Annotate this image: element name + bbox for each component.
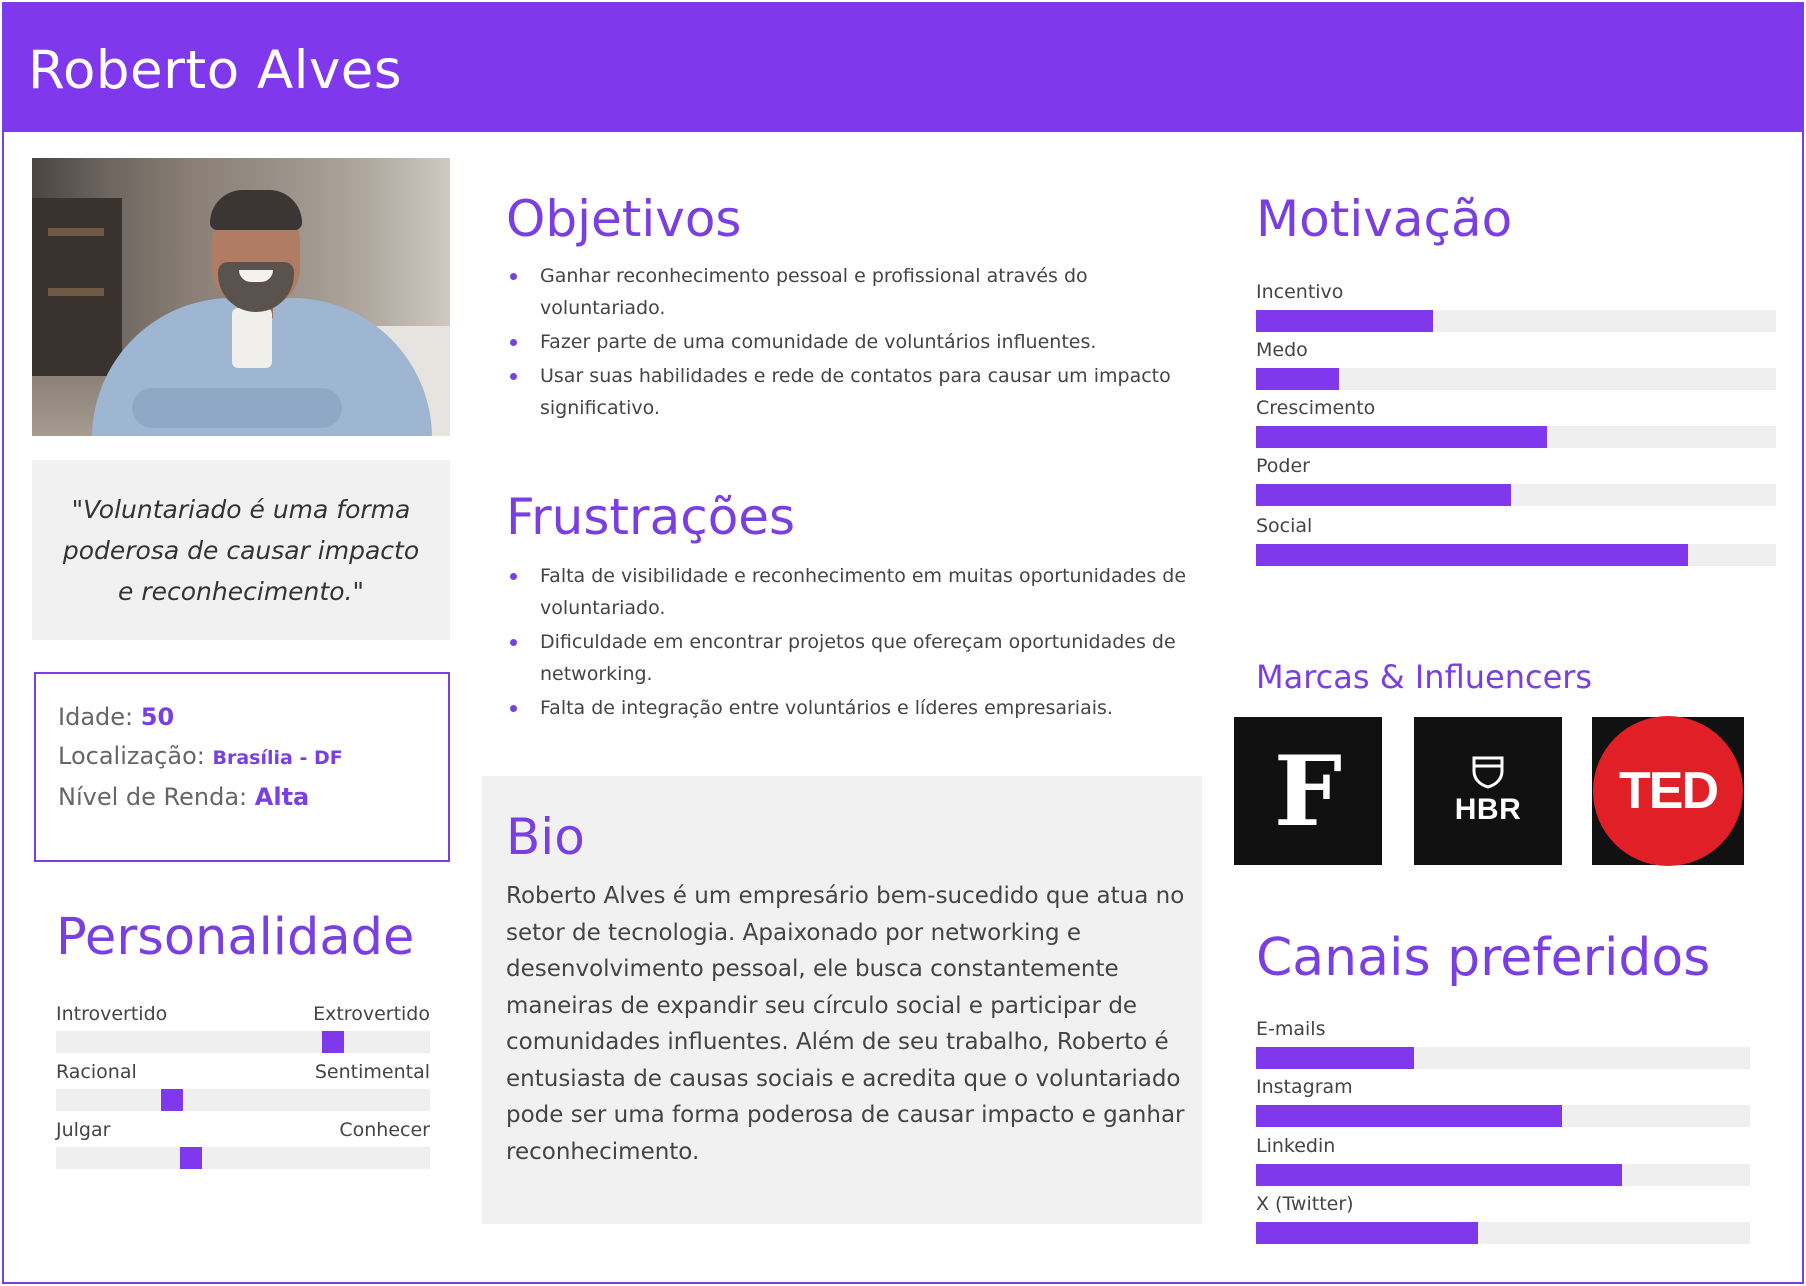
bar-fill [1256, 544, 1688, 566]
trait-scale [56, 1147, 430, 1169]
list-item: Falta de visibilidade e reconhecimento e… [510, 560, 1190, 624]
bio-panel: Bio Roberto Alves é um empresário bem-su… [482, 776, 1202, 1224]
trait-left-label: Julgar [56, 1119, 111, 1141]
bar-fill [1256, 1047, 1415, 1069]
bar-label: Linkedin [1256, 1135, 1336, 1157]
ted-logo-text: TED [1619, 762, 1719, 820]
list-item: Usar suas habilidades e rede de contatos… [510, 360, 1190, 424]
trait-right-label: Sentimental [314, 1061, 430, 1083]
demographics-box: Idade: 50 Localização: Brasília - DF Nív… [34, 672, 450, 862]
bar-label: Instagram [1256, 1076, 1353, 1098]
trait-right-label: Conhecer [339, 1119, 430, 1141]
bar-label: Medo [1256, 339, 1308, 361]
bar-fill [1256, 368, 1340, 390]
frustrations-list: Falta de visibilidade e reconhecimento e… [510, 560, 1190, 726]
bar-label: Poder [1256, 455, 1310, 477]
income-label: Nível de Renda: [58, 783, 248, 811]
bar-label: Social [1256, 515, 1313, 537]
list-item: Falta de integração entre voluntários e … [510, 692, 1190, 724]
persona-photo [32, 158, 450, 436]
motivation-bar: Incentivo [1256, 280, 1776, 332]
hbr-logo-text: HBR [1454, 793, 1522, 826]
personality-trait: Introvertido Extrovertido [56, 1003, 430, 1053]
bar-fill [1256, 1105, 1563, 1127]
channel-bar: Linkedin [1256, 1134, 1750, 1186]
motivation-bar: Social [1256, 514, 1776, 566]
motivation-bar: Crescimento [1256, 396, 1776, 448]
bar-label: Incentivo [1256, 281, 1344, 303]
bar-label: E-mails [1256, 1018, 1326, 1040]
goals-list: Ganhar reconhecimento pessoal e profissi… [510, 260, 1190, 426]
trait-marker [160, 1089, 183, 1111]
brands-title: Marcas & Influencers [1256, 658, 1593, 696]
trait-scale [56, 1089, 430, 1111]
hbr-shield-icon [1472, 756, 1504, 789]
income-value: Alta [254, 783, 310, 811]
list-item: Dificuldade em encontrar projetos que of… [510, 626, 1190, 690]
bar-fill [1256, 310, 1433, 332]
ted-logo: TED [1592, 716, 1744, 866]
motivation-title: Motivação [1256, 190, 1513, 248]
bar-label: Crescimento [1256, 397, 1376, 419]
forbes-logo: F [1234, 717, 1382, 865]
bar-fill [1256, 426, 1548, 448]
bar-label: X (Twitter) [1256, 1193, 1354, 1215]
goals-title: Objetivos [506, 190, 742, 248]
trait-marker [321, 1031, 344, 1053]
list-item: Fazer parte de uma comunidade de voluntá… [510, 326, 1190, 358]
trait-right-label: Extrovertido [313, 1003, 430, 1025]
header-bar: Roberto Alves [4, 4, 1802, 132]
motivation-bar: Poder [1256, 454, 1776, 506]
hbr-logo: HBR [1414, 717, 1562, 865]
persona-name: Roberto Alves [28, 40, 403, 101]
age-value: 50 [140, 703, 175, 731]
list-item: Ganhar reconhecimento pessoal e profissi… [510, 260, 1190, 324]
channel-bar: Instagram [1256, 1075, 1750, 1127]
bar-fill [1256, 1222, 1479, 1244]
location-row: Localização: Brasília - DF [58, 737, 426, 778]
bio-title: Bio [506, 808, 585, 866]
bar-fill [1256, 484, 1511, 506]
frustrations-title: Frustrações [506, 488, 796, 546]
bio-text: Roberto Alves é um empresário bem-sucedi… [506, 883, 1185, 1165]
personality-trait: Racional Sentimental [56, 1061, 430, 1111]
channel-bar: E-mails [1256, 1017, 1750, 1069]
location-value: Brasília - DF [212, 747, 343, 769]
motivation-bar: Medo [1256, 338, 1776, 390]
persona-quote: "Voluntariado é uma forma poderosa de ca… [32, 460, 450, 640]
trait-marker [179, 1147, 202, 1169]
age-label: Idade: [58, 703, 134, 731]
bar-fill [1256, 1164, 1622, 1186]
trait-left-label: Racional [56, 1061, 137, 1083]
personality-trait: Julgar Conhecer [56, 1119, 430, 1169]
trait-scale [56, 1031, 430, 1053]
personality-title: Personalidade [56, 908, 415, 967]
income-row: Nível de Renda: Alta [58, 778, 426, 817]
trait-left-label: Introvertido [56, 1003, 168, 1025]
location-label: Localização: [58, 742, 205, 770]
channel-bar: X (Twitter) [1256, 1192, 1750, 1244]
forbes-logo-text: F [1273, 734, 1343, 848]
age-row: Idade: 50 [58, 698, 426, 737]
quote-text: "Voluntariado é uma forma poderosa de ca… [62, 494, 420, 606]
channels-title: Canais preferidos [1256, 928, 1711, 988]
